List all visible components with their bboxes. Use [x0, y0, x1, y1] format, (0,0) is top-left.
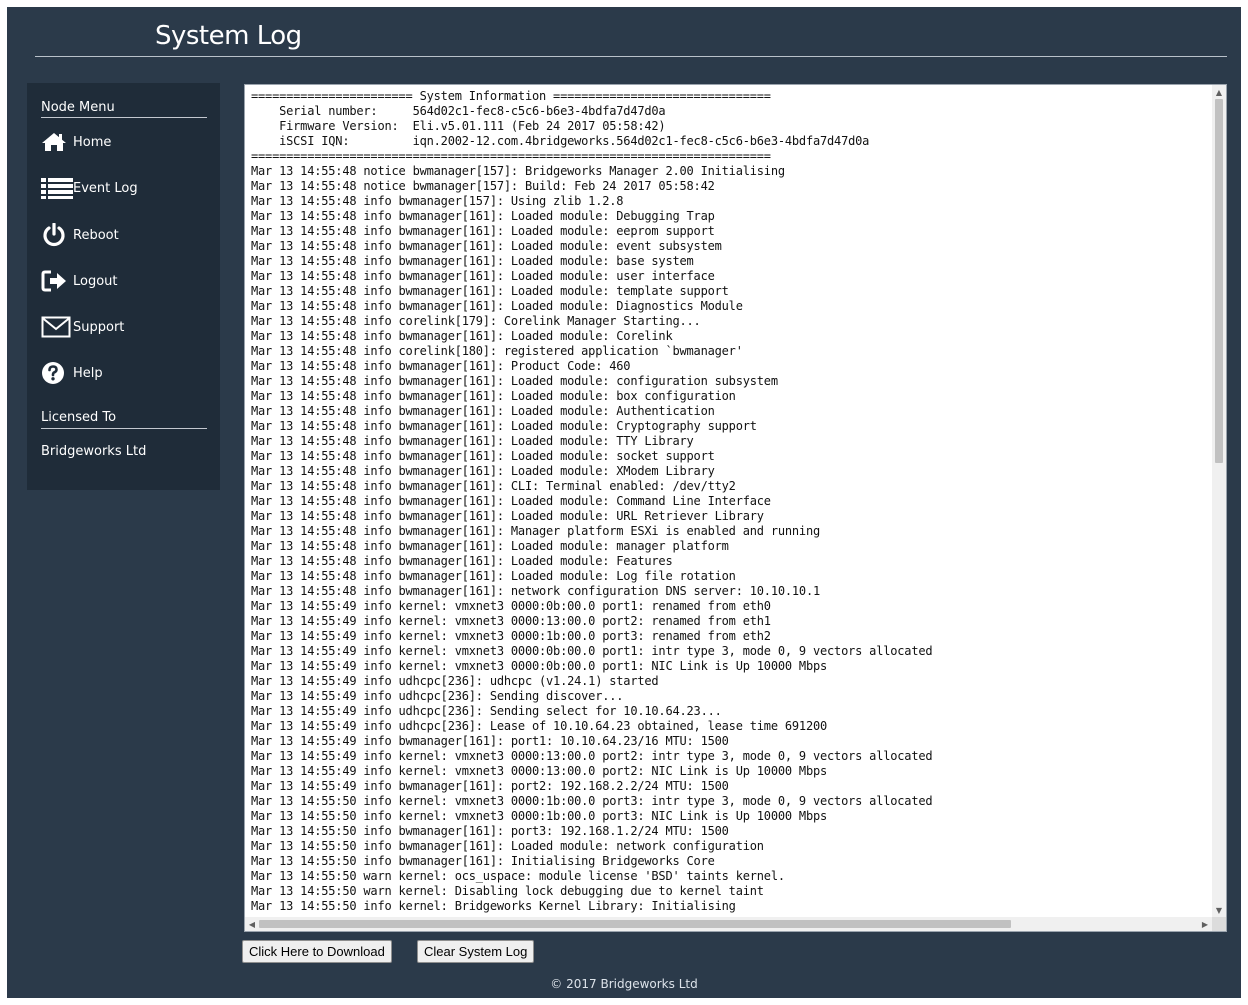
- nav-help[interactable]: Help: [41, 358, 103, 388]
- nav-home[interactable]: Home: [41, 127, 111, 157]
- page-title: System Log: [155, 21, 302, 51]
- clear-log-button[interactable]: Clear System Log: [417, 940, 535, 963]
- licensed-to-divider: [41, 428, 207, 429]
- nav-support-label: Support: [73, 319, 125, 335]
- nav-home-label: Home: [73, 134, 112, 150]
- horizontal-scrollbar[interactable]: ◀ ▶: [245, 917, 1212, 931]
- system-log-viewport: ======================= System Informati…: [245, 85, 1212, 917]
- nav-reboot-label: Reboot: [73, 227, 119, 243]
- list-icon: [41, 176, 73, 200]
- nav-logout-label: Logout: [73, 273, 118, 289]
- footer-copyright: © 2017 Bridgeworks Ltd: [550, 977, 698, 991]
- app-frame: System Log Node Menu Home Event Log Rebo…: [7, 7, 1241, 998]
- scrollbar-corner: [1212, 917, 1226, 931]
- download-button[interactable]: Click Here to Download: [242, 940, 392, 963]
- envelope-icon: [41, 315, 73, 339]
- sidebar: Node Menu Home Event Log Reboot Logout S…: [27, 83, 220, 490]
- home-icon: [41, 130, 73, 154]
- vertical-scrollbar[interactable]: ▲ ▼: [1212, 85, 1226, 917]
- licensee-name: Bridgeworks Ltd: [41, 444, 147, 459]
- licensed-to-heading: Licensed To: [41, 410, 117, 425]
- node-menu-divider: [41, 117, 207, 118]
- title-divider: [35, 56, 1227, 57]
- scroll-up-icon[interactable]: ▲: [1212, 85, 1226, 99]
- horizontal-scroll-thumb[interactable]: [259, 920, 1011, 928]
- logout-icon: [41, 269, 73, 293]
- system-log-text: ======================= System Informati…: [251, 89, 933, 913]
- nav-logout[interactable]: Logout: [41, 266, 118, 296]
- vertical-scroll-thumb[interactable]: [1215, 99, 1223, 463]
- power-icon: [41, 223, 73, 247]
- system-log-panel[interactable]: ======================= System Informati…: [244, 84, 1227, 932]
- nav-event-log[interactable]: Event Log: [41, 173, 138, 203]
- question-icon: [41, 361, 73, 385]
- nav-event-log-label: Event Log: [73, 180, 138, 196]
- nav-reboot[interactable]: Reboot: [41, 220, 119, 250]
- scroll-right-icon[interactable]: ▶: [1198, 917, 1212, 931]
- nav-help-label: Help: [73, 365, 103, 381]
- scroll-left-icon[interactable]: ◀: [245, 917, 259, 931]
- node-menu-heading: Node Menu: [41, 100, 115, 115]
- nav-support[interactable]: Support: [41, 312, 124, 342]
- scroll-down-icon[interactable]: ▼: [1212, 903, 1226, 917]
